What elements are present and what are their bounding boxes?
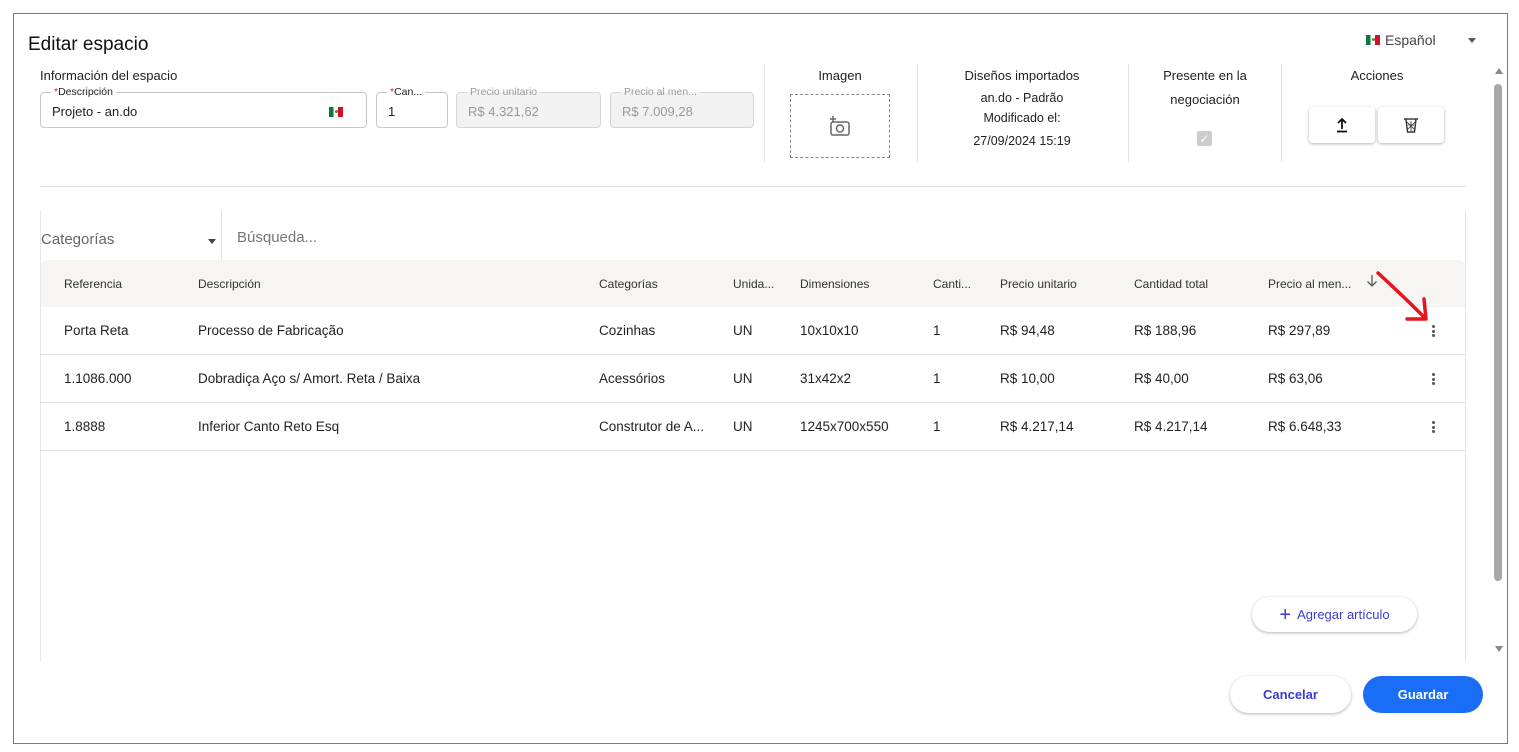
mexico-flag-icon [1366,35,1380,45]
retail-price-field: Precio al men... R$ 7.009,28 [610,86,754,128]
more-options-icon[interactable] [1429,419,1437,435]
cell-dimensions: 1245x700x550 [800,419,889,434]
column-header[interactable]: Referencia [64,277,122,291]
search-input[interactable] [237,229,637,246]
description-input[interactable]: Projeto - an.do [52,104,137,119]
negotiation-checkbox[interactable]: ✓ [1197,131,1212,146]
scroll-down-icon[interactable] [1495,646,1503,652]
check-icon: ✓ [1199,131,1210,146]
unit-price-value: R$ 4.321,62 [468,104,539,119]
retail-price-label: Precio al men... [621,86,700,98]
table-row[interactable]: 1.1086.000 Dobradiça Aço s/ Amort. Reta … [41,355,1465,403]
column-header[interactable]: Categorías [599,277,658,291]
quantity-input[interactable]: 1 [388,104,395,119]
image-heading: Imagen [818,68,862,83]
save-button[interactable]: Guardar [1363,676,1483,713]
annotation-arrow-icon [1376,271,1428,321]
retail-price-value: R$ 7.009,28 [622,104,693,119]
more-options-icon[interactable] [1429,371,1437,387]
cell-description: Processo de Fabricação [198,323,344,338]
category-select[interactable]: Categorías [41,211,222,260]
divider [40,186,1466,187]
cell-category: Cozinhas [599,323,656,338]
cell-unit: UN [733,323,753,338]
description-field[interactable]: *Descripción Projeto - an.do [40,86,367,128]
divider [1128,64,1129,162]
negotiation-heading-line1: Presente en la [1163,68,1247,83]
quantity-field[interactable]: *Can... 1 [376,86,448,128]
divider [917,64,918,162]
items-table: Categorías Referencia Descripción Catego… [40,211,1466,661]
column-header[interactable]: Descripción [198,277,261,291]
cell-category: Construtor de A... [599,419,705,434]
column-header[interactable]: Unida... [733,277,774,291]
table-row[interactable]: 1.8888 Inferior Canto Reto Esq Construto… [41,403,1465,451]
add-item-label: Agregar artículo [1297,607,1390,622]
cell-total-quantity: R$ 188,96 [1134,323,1197,338]
cell-quantity: 1 [933,371,941,386]
modified-date: 27/09/2024 15:19 [973,134,1071,148]
cell-reference: 1.1086.000 [64,371,132,386]
cancel-button[interactable]: Cancelar [1230,676,1351,713]
cell-reference: 1.8888 [64,419,106,434]
image-upload-box[interactable] [790,94,890,158]
cell-total-quantity: R$ 4.217,14 [1134,419,1208,434]
chevron-down-icon[interactable] [1468,38,1476,43]
cell-description: Inferior Canto Reto Esq [198,419,340,434]
cell-quantity: 1 [933,419,941,434]
scrollbar-thumb[interactable] [1494,84,1502,581]
plus-icon: + [1279,603,1292,626]
column-header[interactable]: Cantidad total [1134,277,1208,291]
unit-price-label: Precio unitario [467,86,541,98]
cell-dimensions: 31x42x2 [800,371,852,386]
edit-space-dialog: Editar espacio Español Información del e… [13,13,1508,744]
column-header[interactable]: Dimensiones [800,277,869,291]
column-header[interactable]: Precio unitario [1000,277,1077,291]
cell-dimensions: 10x10x10 [800,323,859,338]
column-header[interactable]: Canti... [933,277,971,291]
cell-retail-price: R$ 297,89 [1268,323,1331,338]
negotiation-heading-line2: negociación [1170,92,1240,107]
table-header: Referencia Descripción Categorías Unida.… [41,260,1465,307]
chevron-down-icon [208,239,216,244]
language-selector[interactable]: Español [1366,32,1436,48]
column-header[interactable]: Precio al men... [1268,277,1351,291]
cell-unit: UN [733,419,753,434]
cell-reference: Porta Reta [64,323,129,338]
vertical-scrollbar[interactable] [1494,68,1504,658]
divider [1281,64,1282,162]
upload-button[interactable] [1309,107,1375,143]
quantity-label: *Can... [387,86,426,98]
cell-retail-price: R$ 63,06 [1268,371,1323,386]
divider [764,64,765,162]
cell-retail-price: R$ 6.648,33 [1268,419,1342,434]
modified-label: Modificado el: [983,111,1061,125]
actions-heading: Acciones [1350,68,1404,83]
cell-total-quantity: R$ 40,00 [1134,371,1189,386]
add-photo-icon [830,116,850,136]
category-placeholder: Categorías [41,231,115,248]
designs-heading: Diseños importados [964,68,1080,83]
cell-unit-price: R$ 4.217,14 [1000,419,1074,434]
cell-unit-price: R$ 94,48 [1000,323,1055,338]
language-label: Español [1385,32,1436,48]
design-name: an.do - Padrão [980,91,1064,105]
table-row[interactable]: Porta Reta Processo de Fabricação Cozinh… [41,307,1465,355]
cell-unit: UN [733,371,753,386]
mexico-flag-icon[interactable] [329,107,343,117]
section-label: Información del espacio [40,68,178,83]
trash-icon [1404,118,1418,133]
add-item-button[interactable]: + Agregar artículo [1252,597,1417,632]
unit-price-field: Precio unitario R$ 4.321,62 [456,86,601,128]
upload-icon [1337,117,1347,133]
cell-description: Dobradiça Aço s/ Amort. Reta / Baixa [198,371,421,386]
dialog-title: Editar espacio [28,34,149,55]
filter-bar: Categorías [41,211,1465,260]
cell-unit-price: R$ 10,00 [1000,371,1055,386]
scroll-up-icon[interactable] [1495,68,1503,74]
description-label: *Descripción [51,86,116,98]
delete-button[interactable] [1378,107,1444,143]
cell-category: Acessórios [599,371,666,386]
cell-quantity: 1 [933,323,941,338]
